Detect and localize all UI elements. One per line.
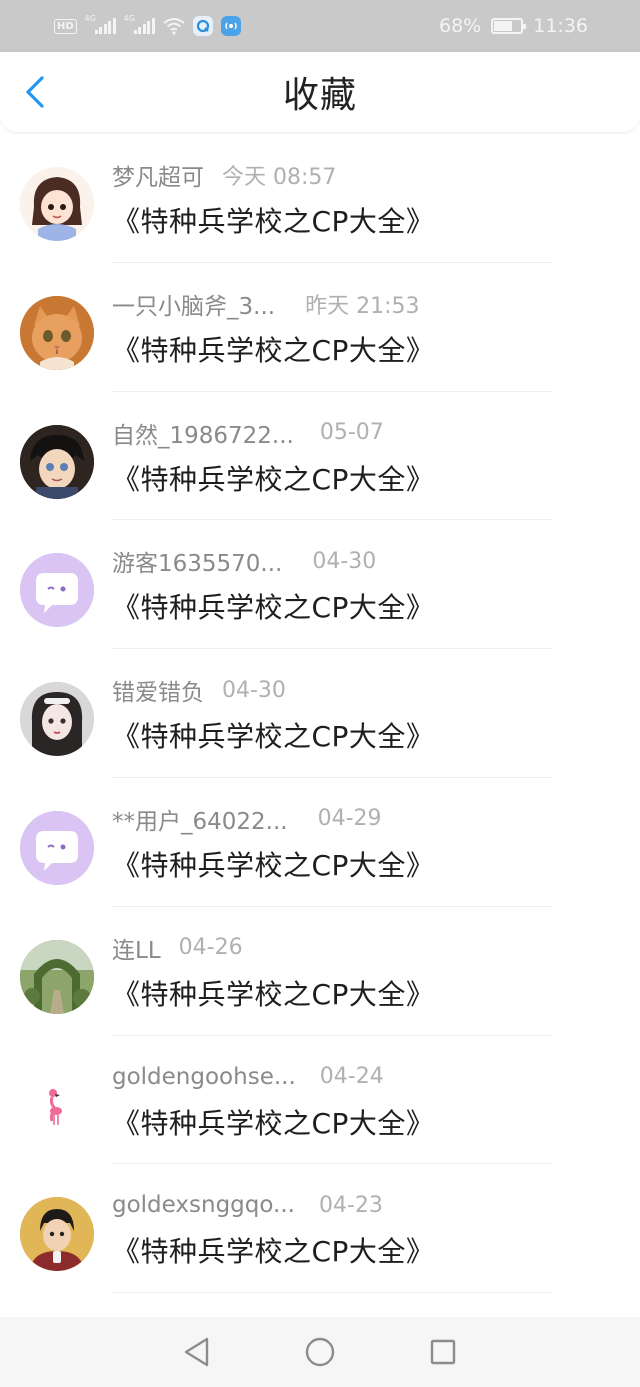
avatar[interactable] — [20, 939, 94, 1014]
app-notification-icon — [192, 16, 213, 36]
favorite-title[interactable]: 《特种兵学校之CP大全》 — [112, 715, 434, 755]
timestamp: 今天 08:57 — [222, 165, 337, 190]
username: goldexsnggqo... — [112, 1192, 295, 1219]
favorite-title[interactable]: 《特种兵学校之CP大全》 — [112, 973, 434, 1013]
timestamp: 昨天 21:53 — [305, 293, 420, 319]
list-item[interactable]: 自然_1986722... 05-07 《特种兵学校之CP大全》 — [0, 392, 640, 521]
username: **用户_64022... — [112, 808, 288, 835]
list-item[interactable]: 一只小脑斧_3... 昨天 21:53 《特种兵学校之CP大全》 — [0, 263, 640, 392]
chevron-left-icon — [26, 76, 44, 108]
favorite-title[interactable]: 《特种兵学校之CP大全》 — [112, 200, 434, 240]
status-right: 68% 11:36 — [439, 15, 588, 37]
network-type-label: 4G — [84, 14, 96, 23]
wifi-icon — [163, 17, 185, 35]
battery-icon — [491, 18, 527, 34]
favorite-title[interactable]: 《特种兵学校之CP大全》 — [112, 1102, 434, 1142]
divider — [112, 1292, 552, 1294]
recents-square-icon[interactable] — [423, 1332, 463, 1372]
timestamp: 04-24 — [319, 1064, 384, 1090]
avatar[interactable] — [20, 553, 94, 628]
list-item[interactable]: goldengoohse... 04-24 《特种兵学校之CP大全》 — [0, 1036, 640, 1165]
avatar[interactable] — [20, 682, 94, 757]
username: 游客1635570... — [112, 551, 283, 578]
status-left-icons: HD 4G 4G — [54, 14, 241, 36]
timestamp: 04-23 — [318, 1192, 383, 1218]
network-type-label: 4G — [123, 14, 135, 23]
header-bar: 收藏 — [0, 52, 640, 132]
favorite-title[interactable]: 《特种兵学校之CP大全》 — [112, 1230, 434, 1270]
favorites-list: 梦凡超可 今天 08:57 《特种兵学校之CP大全》 一只小脑斧_3... 昨天… — [0, 134, 640, 1294]
username: 一只小脑斧_3... — [112, 293, 276, 320]
app-notification-icon — [220, 16, 241, 36]
favorite-title[interactable]: 《特种兵学校之CP大全》 — [112, 458, 434, 498]
timestamp: 04-30 — [222, 677, 286, 703]
clock: 11:36 — [533, 15, 588, 37]
hd-icon: HD — [54, 18, 77, 34]
username: 自然_1986722... — [112, 422, 294, 449]
list-item[interactable]: **用户_64022... 04-29 《特种兵学校之CP大全》 — [0, 778, 640, 907]
avatar[interactable] — [20, 424, 94, 499]
home-circle-icon[interactable] — [300, 1332, 340, 1372]
username: 连LL — [112, 937, 161, 964]
favorite-title[interactable]: 《特种兵学校之CP大全》 — [112, 844, 434, 884]
list-item[interactable]: goldexsnggqo... 04-23 《特种兵学校之CP大全》 — [0, 1164, 640, 1294]
system-nav-bar — [0, 1317, 640, 1387]
list-item[interactable]: 连LL 04-26 《特种兵学校之CP大全》 — [0, 907, 640, 1036]
avatar[interactable] — [20, 1068, 94, 1143]
back-button[interactable] — [20, 74, 50, 110]
list-item[interactable]: 游客1635570... 04-30 《特种兵学校之CP大全》 — [0, 520, 640, 650]
page-title: 收藏 — [282, 75, 357, 116]
avatar[interactable] — [20, 1197, 94, 1272]
list-item[interactable]: 梦凡超可 今天 08:57 《特种兵学校之CP大全》 — [0, 134, 640, 263]
username: goldengoohse... — [112, 1063, 296, 1090]
list-item[interactable]: 错爱错负 04-30 《特种兵学校之CP大全》 — [0, 649, 640, 778]
username: 错爱错负 — [112, 680, 204, 707]
username: 梦凡超可 — [112, 165, 204, 191]
battery-percent: 68% — [439, 15, 482, 37]
signal-icon: 4G — [85, 14, 116, 34]
signal-icon: 4G — [124, 14, 155, 34]
favorite-title[interactable]: 《特种兵学校之CP大全》 — [112, 329, 434, 369]
favorite-title[interactable]: 《特种兵学校之CP大全》 — [112, 586, 434, 626]
timestamp: 04-30 — [312, 548, 377, 574]
timestamp: 04-26 — [178, 935, 243, 961]
avatar[interactable] — [20, 167, 94, 241]
status-bar: HD 4G 4G 68% 11:36 — [0, 0, 640, 52]
timestamp: 05-07 — [319, 420, 384, 446]
timestamp: 04-29 — [317, 806, 382, 832]
avatar[interactable] — [20, 295, 94, 370]
battery-fill — [494, 21, 512, 31]
avatar[interactable] — [20, 810, 94, 885]
back-triangle-icon[interactable] — [177, 1332, 217, 1372]
